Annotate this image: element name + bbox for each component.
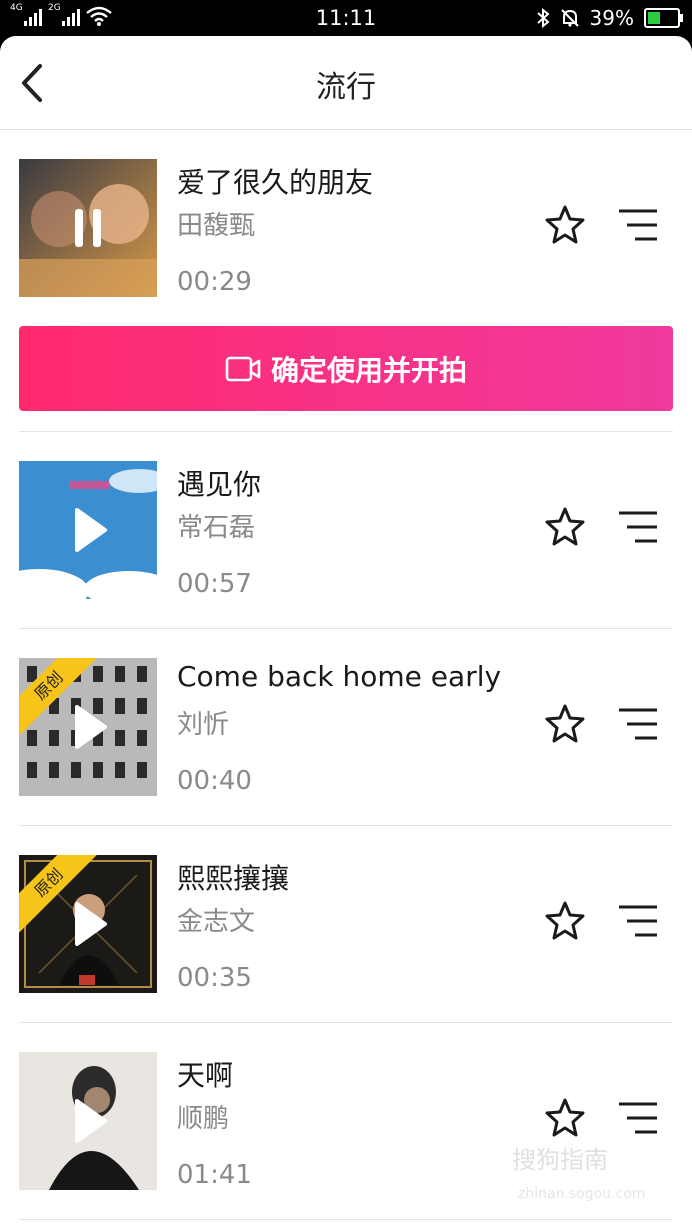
watermark-url: zhinan.sogou.com — [518, 1186, 646, 1202]
confirm-use-button[interactable]: 确定使用并开拍 — [19, 326, 673, 411]
divider — [19, 1022, 673, 1023]
album-cover[interactable]: 原创 — [19, 855, 157, 993]
divider — [19, 431, 673, 432]
song-artist: 田馥甄 — [177, 211, 256, 241]
status-bar: 4G 2G 11:11 39% — [0, 0, 692, 38]
song-row[interactable]: 原创 熙熙攘攘 金志文 00:35 — [19, 855, 673, 993]
song-title: 遇见你 — [177, 468, 262, 501]
playlist-menu-icon[interactable] — [617, 706, 659, 742]
pause-icon[interactable] — [69, 207, 107, 249]
star-icon[interactable] — [543, 899, 587, 943]
page-title: 流行 — [316, 70, 376, 105]
song-duration: 00:29 — [177, 267, 252, 297]
song-row[interactable]: 爱了很久的朋友 田馥甄 00:29 — [19, 159, 673, 297]
song-artist: 常石磊 — [177, 513, 256, 543]
song-artist: 顺鹏 — [177, 1104, 230, 1134]
divider — [19, 628, 673, 629]
header: 流行 — [0, 36, 692, 130]
song-artist: 刘忻 — [177, 710, 230, 740]
album-cover[interactable] — [19, 159, 157, 297]
album-cover[interactable] — [19, 461, 157, 599]
song-title: 爱了很久的朋友 — [177, 166, 374, 199]
battery-percent: 39% — [589, 6, 634, 30]
song-row[interactable]: 遇见你 常石磊 00:57 — [19, 461, 673, 599]
play-icon[interactable] — [71, 704, 109, 750]
playlist-menu-icon[interactable] — [617, 207, 659, 243]
song-duration: 00:40 — [177, 766, 252, 796]
watermark: 搜狗指南 — [512, 1146, 608, 1174]
play-icon[interactable] — [71, 507, 109, 553]
bluetooth-icon — [536, 8, 550, 28]
song-title: Come back home early — [177, 660, 502, 693]
star-icon[interactable] — [543, 1096, 587, 1140]
star-icon[interactable] — [543, 505, 587, 549]
star-icon[interactable] — [543, 203, 587, 247]
playlist-menu-icon[interactable] — [617, 903, 659, 939]
song-artist: 金志文 — [177, 907, 256, 937]
playlist-menu-icon[interactable] — [617, 1100, 659, 1136]
song-duration: 00:57 — [177, 569, 252, 599]
play-icon[interactable] — [71, 1098, 109, 1144]
song-title: 熙熙攘攘 — [177, 862, 290, 895]
star-icon[interactable] — [543, 702, 587, 746]
play-icon[interactable] — [71, 901, 109, 947]
battery-icon — [644, 8, 683, 28]
song-title: 天啊 — [177, 1059, 234, 1092]
divider — [19, 825, 673, 826]
status-right: 39% — [536, 6, 683, 30]
confirm-use-label: 确定使用并开拍 — [270, 353, 467, 387]
playlist-menu-icon[interactable] — [617, 509, 659, 545]
divider — [19, 1219, 673, 1220]
song-duration: 00:35 — [177, 963, 252, 993]
album-cover[interactable]: 原创 — [19, 658, 157, 796]
song-duration: 01:41 — [177, 1160, 252, 1190]
album-cover[interactable] — [19, 1052, 157, 1190]
music-sheet: 流行 爱了很久的朋友 田馥甄 00:29 确定使用并开拍 遇见你 常石磊 00:… — [0, 36, 692, 1230]
song-row[interactable]: 原创 Come back home early 刘忻 00:40 — [19, 658, 673, 796]
video-camera-icon — [225, 356, 261, 381]
mute-bell-icon — [560, 9, 579, 27]
